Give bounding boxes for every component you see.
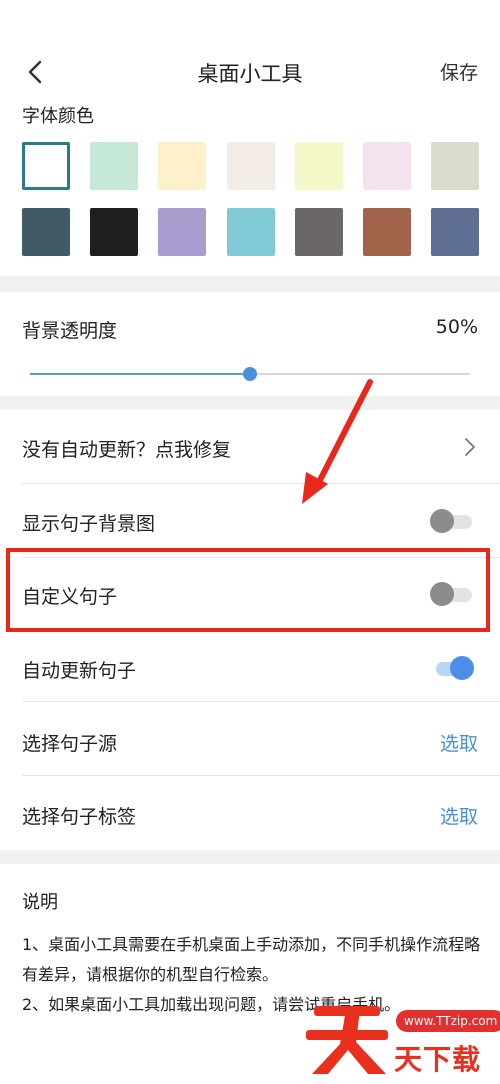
auto-update-label: 自动更新句子 bbox=[22, 660, 137, 682]
toggle-knob bbox=[430, 509, 454, 533]
sentence-source-row[interactable]: 选择句子源 选取 bbox=[0, 702, 500, 776]
chevron-right-icon bbox=[465, 438, 475, 456]
section-divider bbox=[0, 396, 500, 410]
color-swatch[interactable] bbox=[295, 208, 343, 256]
red-arrow-icon bbox=[302, 379, 373, 504]
sentence-tags-row[interactable]: 选择句子标签 选取 bbox=[0, 776, 500, 850]
color-swatch[interactable] bbox=[227, 142, 275, 190]
auto-update-toggle[interactable] bbox=[430, 656, 474, 680]
color-swatch[interactable] bbox=[363, 208, 411, 256]
notes-line-1: 1、桌面小工具需要在手机桌面上手动添加，不同手机操作流程略有差异，请根据你的机型… bbox=[22, 935, 481, 984]
color-swatch[interactable] bbox=[431, 208, 479, 256]
section-divider bbox=[0, 850, 500, 864]
show-bg-toggle[interactable] bbox=[430, 509, 474, 533]
color-swatch[interactable] bbox=[22, 142, 70, 190]
toggle-knob bbox=[450, 656, 474, 680]
sentence-source-pick-link[interactable]: 选取 bbox=[440, 729, 478, 756]
color-swatch[interactable] bbox=[227, 208, 275, 256]
section-divider bbox=[0, 276, 500, 292]
show-bg-row: 显示句子背景图 bbox=[0, 484, 500, 558]
color-swatch[interactable] bbox=[90, 208, 138, 256]
opacity-value: 50% bbox=[435, 316, 478, 338]
sentence-tags-pick-link[interactable]: 选取 bbox=[440, 802, 478, 829]
sentence-source-label: 选择句子源 bbox=[22, 733, 118, 755]
top-bar: 桌面小工具 保存 bbox=[0, 0, 500, 100]
color-swatch[interactable] bbox=[90, 142, 138, 190]
opacity-section: 背景透明度 50% bbox=[0, 292, 500, 396]
font-color-label: 字体颜色 bbox=[22, 106, 94, 127]
notes-title: 说明 bbox=[22, 892, 58, 913]
highlight-box bbox=[6, 548, 490, 632]
watermark: www.TTzip.com 天下载 bbox=[300, 988, 500, 1080]
color-swatch[interactable] bbox=[431, 142, 479, 190]
fix-update-label: 没有自动更新？点我修复 bbox=[22, 439, 232, 461]
watermark-text: 天下载 bbox=[394, 1043, 482, 1076]
slider-fill bbox=[30, 373, 250, 375]
opacity-label: 背景透明度 bbox=[22, 320, 118, 342]
page-title: 桌面小工具 bbox=[197, 62, 303, 86]
sentence-tags-label: 选择句子标签 bbox=[22, 806, 137, 828]
color-swatch[interactable] bbox=[22, 208, 70, 256]
show-bg-label: 显示句子背景图 bbox=[22, 513, 156, 535]
watermark-url: www.TTzip.com bbox=[396, 1010, 500, 1032]
color-swatch[interactable] bbox=[158, 208, 206, 256]
color-swatch[interactable] bbox=[363, 142, 411, 190]
watermark-logo-icon bbox=[306, 1006, 388, 1074]
auto-update-row: 自动更新句子 bbox=[0, 630, 500, 702]
color-swatch-grid bbox=[22, 142, 482, 258]
color-swatch[interactable] bbox=[158, 142, 206, 190]
fix-update-row[interactable]: 没有自动更新？点我修复 bbox=[0, 410, 500, 484]
slider-thumb[interactable] bbox=[243, 367, 257, 381]
save-button[interactable]: 保存 bbox=[440, 58, 478, 85]
opacity-slider[interactable] bbox=[30, 364, 470, 384]
color-swatch[interactable] bbox=[295, 142, 343, 190]
